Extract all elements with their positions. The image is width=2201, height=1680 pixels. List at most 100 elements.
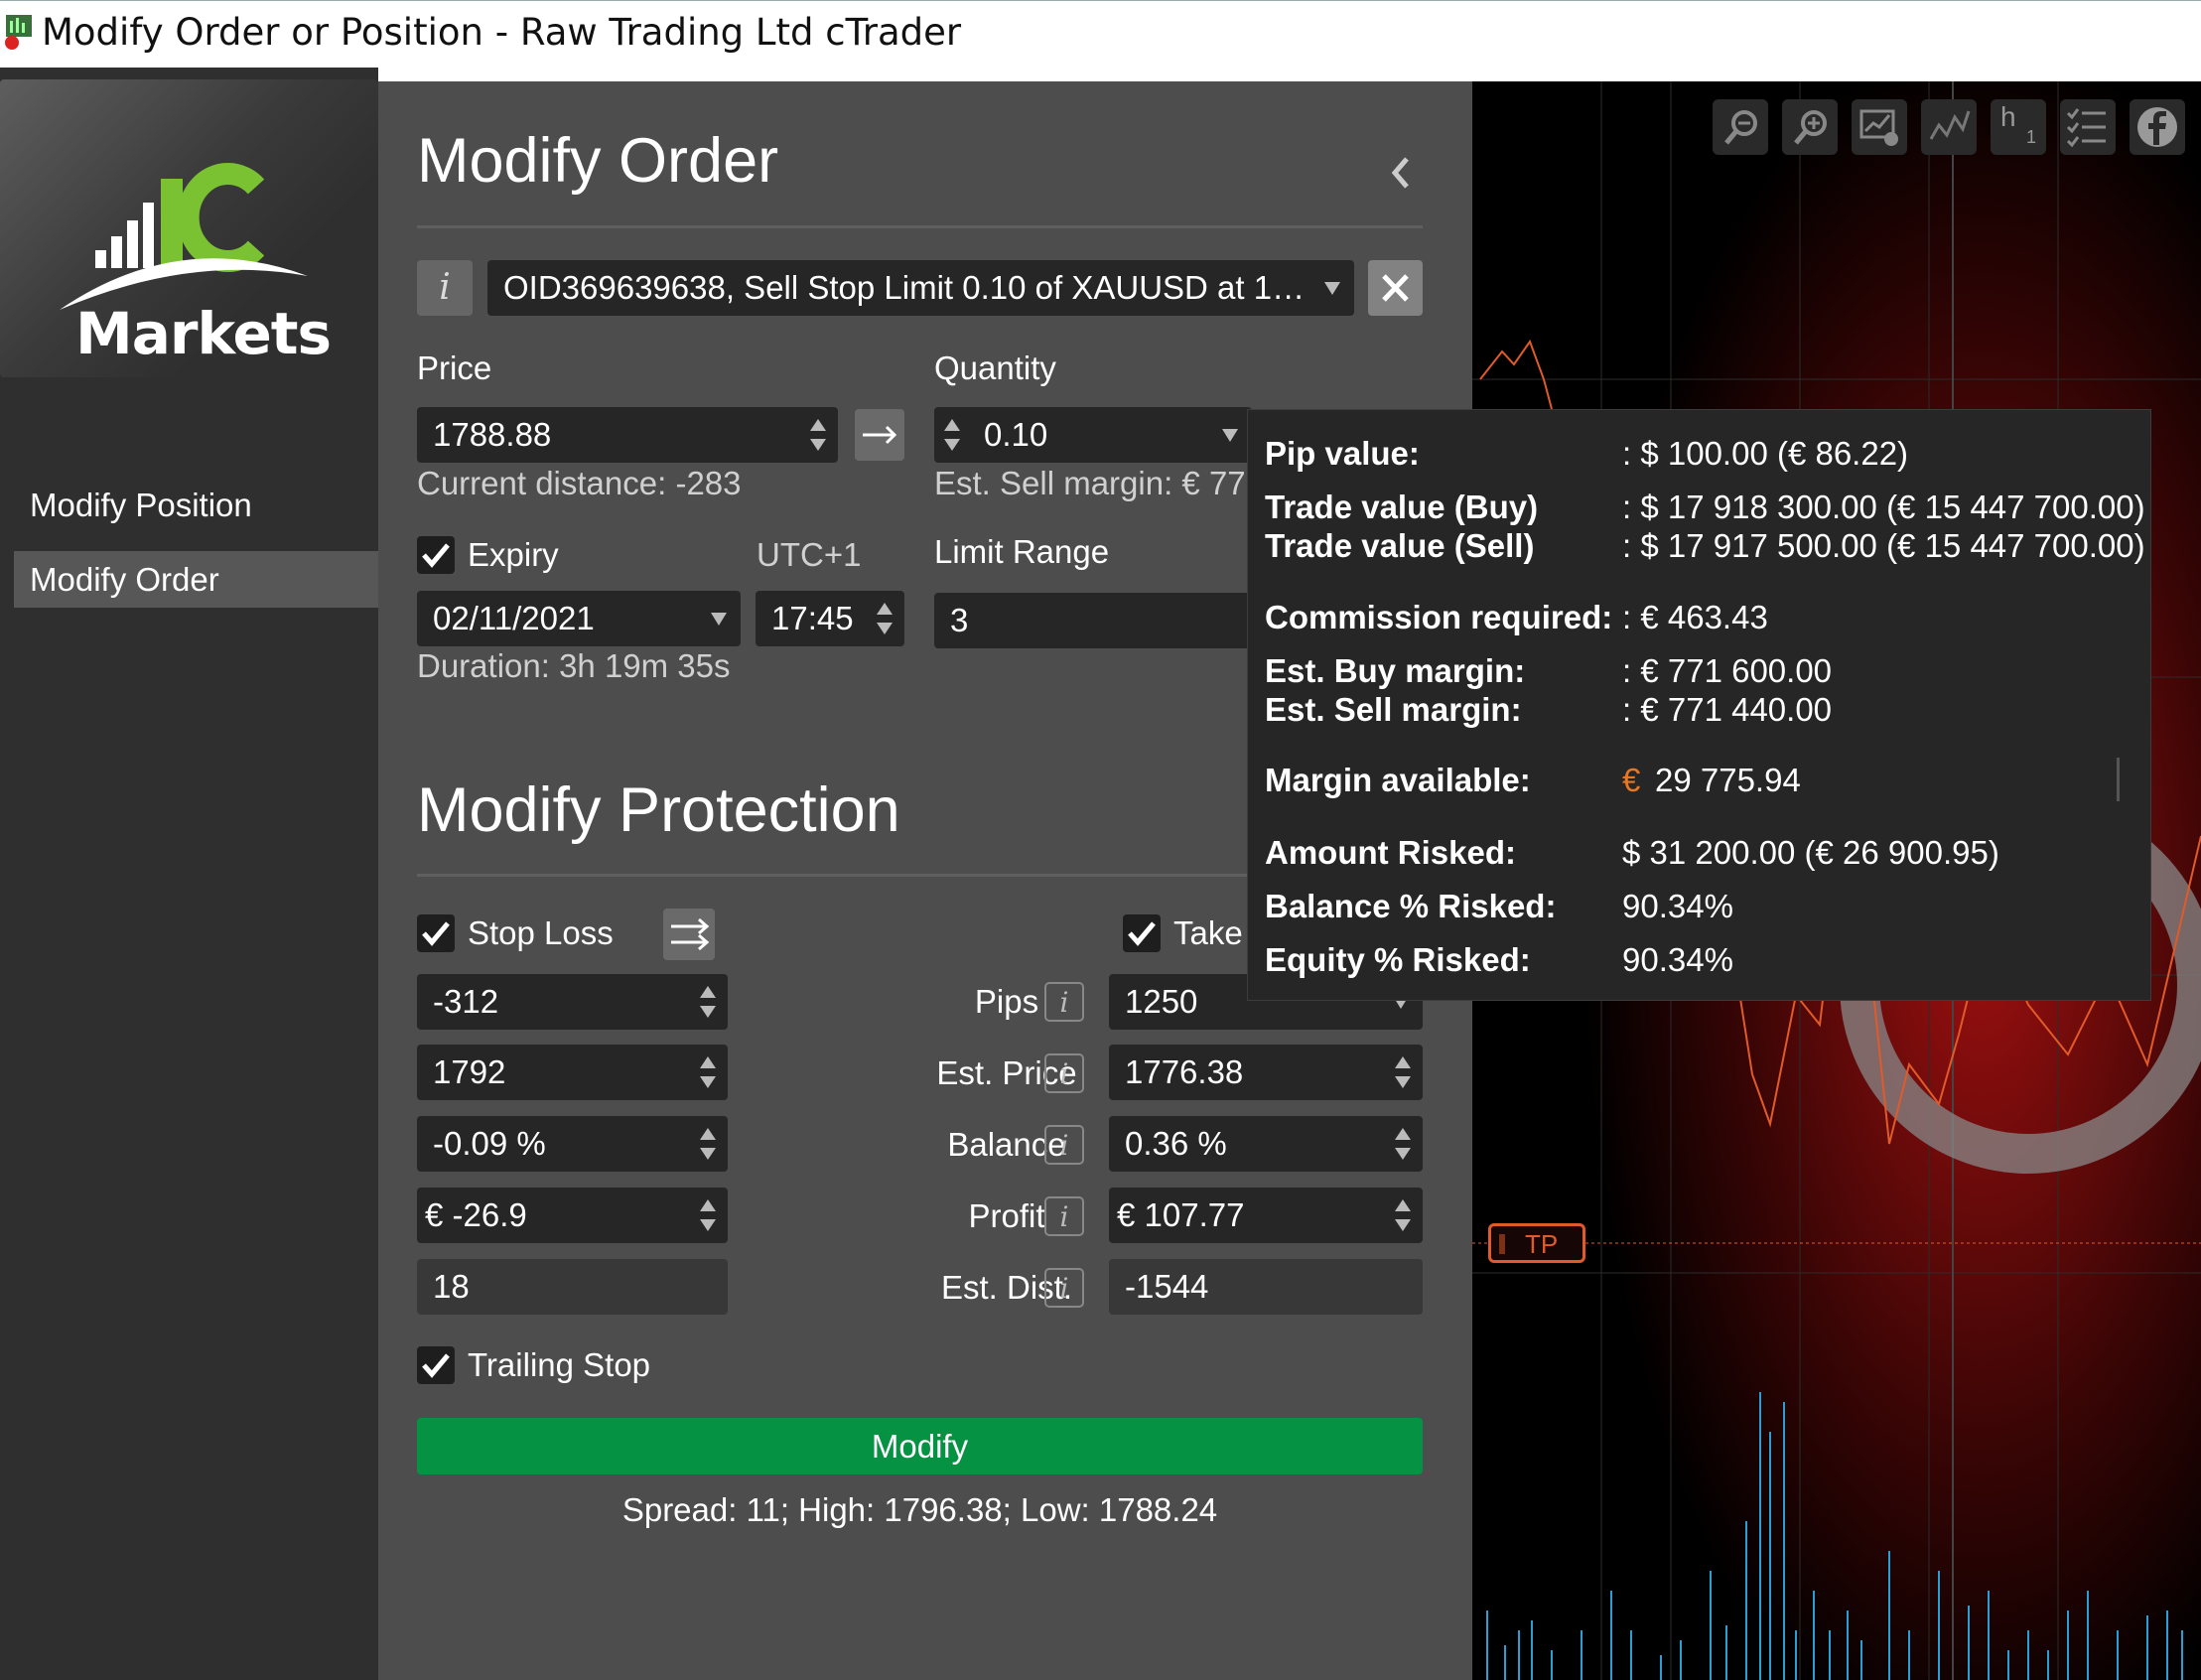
- spinner-icon[interactable]: [875, 597, 894, 640]
- modify-order-title: Modify Order: [417, 126, 779, 196]
- sl-profit-input[interactable]: € -26.9: [417, 1188, 728, 1243]
- margin-available-currency: €: [1622, 762, 1641, 798]
- balance-label: Balance: [947, 1126, 1066, 1163]
- equity-risked-key: Equity % Risked:: [1265, 941, 1531, 978]
- est-sell-margin-value: : € 771 440.00: [1622, 691, 1833, 728]
- expiry-date-picker[interactable]: 02/11/2021: [417, 591, 741, 646]
- expiry-time-input[interactable]: 17:45: [756, 591, 904, 646]
- close-order-button[interactable]: [1368, 260, 1423, 316]
- profit-label: Profit: [968, 1197, 1045, 1234]
- title-bar: Modify Order or Position - Raw Trading L…: [0, 0, 2201, 68]
- trailing-stop-checkbox[interactable]: [417, 1346, 455, 1384]
- window-title: Modify Order or Position - Raw Trading L…: [42, 11, 962, 54]
- spinner-icon[interactable]: [1393, 1050, 1413, 1094]
- ctrader-app-icon: [2, 7, 36, 53]
- sl-price-input[interactable]: 1792: [417, 1045, 728, 1100]
- indicators-icon[interactable]: [1921, 99, 1977, 155]
- sl-pips-value: -312: [433, 983, 499, 1020]
- tooltip-scrollbar[interactable]: [2117, 758, 2120, 801]
- info-icon[interactable]: i: [1044, 1268, 1084, 1308]
- sl-price-value: 1792: [433, 1053, 506, 1090]
- chart-settings-icon[interactable]: [1852, 99, 1907, 155]
- zoom-out-icon[interactable]: [1713, 99, 1768, 155]
- tp-profit-input[interactable]: € 107.77: [1109, 1188, 1423, 1243]
- est-sell-margin: Est. Sell margin: € 771: [934, 465, 1264, 501]
- timezone-label: UTC+1: [757, 536, 862, 573]
- pip-value-value: : $ 100.00 (€ 86.22): [1622, 435, 1909, 472]
- stop-loss-checkbox[interactable]: [417, 914, 455, 952]
- timeframe-icon[interactable]: h1: [1991, 99, 2046, 155]
- copy-price-arrow-button[interactable]: [855, 409, 904, 461]
- est-dist-label: Est. Dist.: [940, 1269, 1073, 1306]
- sl-est-dist-value: 18: [433, 1268, 470, 1305]
- balance-risked-value: 90.34%: [1622, 888, 1733, 924]
- spinner-icon[interactable]: [808, 413, 828, 457]
- swap-arrows-button[interactable]: [663, 909, 715, 960]
- order-select[interactable]: OID369639638, Sell Stop Limit 0.10 of XA…: [487, 260, 1354, 316]
- expiry-time-value: 17:45: [771, 600, 854, 636]
- tp-est-dist: -1544: [1109, 1259, 1423, 1315]
- sidebar-item-modify-order[interactable]: Modify Order: [14, 551, 394, 608]
- sl-est-dist: 18: [417, 1259, 728, 1315]
- tp-price-value: 1776.38: [1125, 1053, 1244, 1090]
- modify-button[interactable]: Modify: [417, 1418, 1423, 1474]
- order-info-tooltip: Pip value: : $ 100.00 (€ 86.22) Trade va…: [1247, 409, 2151, 1001]
- margin-available-value: 29 775.94: [1655, 762, 1801, 798]
- info-icon[interactable]: i: [1044, 1196, 1084, 1236]
- quantity-label: Quantity: [934, 350, 1056, 386]
- duration: Duration: 3h 19m 35s: [417, 647, 731, 684]
- sl-balance-input[interactable]: -0.09 %: [417, 1116, 728, 1172]
- tp-marker[interactable]: TP: [1488, 1223, 1585, 1263]
- info-icon[interactable]: i: [1044, 982, 1084, 1022]
- take-profit-checkbox[interactable]: [1123, 914, 1161, 952]
- zoom-in-icon[interactable]: [1782, 99, 1838, 155]
- spread-footer: Spread: 11; High: 1796.38; Low: 1788.24: [621, 1491, 1218, 1528]
- modify-protection-title: Modify Protection: [417, 775, 900, 845]
- price-input[interactable]: 1788.88: [417, 407, 838, 463]
- sl-balance-value: -0.09 %: [433, 1125, 546, 1162]
- tp-marker-grip: [1499, 1234, 1505, 1254]
- price-label: Price: [417, 350, 492, 386]
- price-value: 1788.88: [433, 416, 552, 453]
- commission-value: : € 463.43: [1622, 599, 1768, 635]
- chart-toolbar: h1: [1713, 99, 2201, 159]
- modify-button-label: Modify: [871, 1428, 969, 1465]
- info-icon[interactable]: i: [1044, 1125, 1084, 1165]
- facebook-icon[interactable]: [2130, 99, 2185, 155]
- trade-value-sell-value: : $ 17 917 500.00 (€ 15 447 700.00): [1622, 527, 2145, 564]
- pip-value-key: Pip value:: [1265, 435, 1420, 472]
- info-icon[interactable]: i: [1044, 1053, 1084, 1093]
- spinner-icon[interactable]: [698, 1050, 718, 1094]
- order-info-button[interactable]: i: [417, 260, 473, 316]
- tp-marker-label: TP: [1525, 1229, 1559, 1259]
- tp-balance-input[interactable]: 0.36 %: [1109, 1116, 1423, 1172]
- expiry-checkbox[interactable]: [417, 536, 455, 574]
- spinner-icon[interactable]: [698, 1193, 718, 1237]
- balance-risked-key: Balance % Risked:: [1265, 888, 1557, 924]
- spinner-icon[interactable]: [1393, 1122, 1413, 1166]
- tp-profit-value: € 107.77: [1117, 1196, 1245, 1233]
- spinner-icon[interactable]: [1393, 1193, 1413, 1237]
- collapse-chevron-icon[interactable]: [1383, 149, 1419, 197]
- quantity-input[interactable]: 0.10: [934, 407, 1252, 463]
- watchlist-icon[interactable]: [2060, 99, 2116, 155]
- tp-balance-value: 0.36 %: [1125, 1125, 1227, 1162]
- divider: [417, 225, 1423, 228]
- ic-markets-logo: Markets: [0, 79, 378, 377]
- trade-value-buy-value: : $ 17 918 300.00 (€ 15 447 700.00): [1622, 489, 2145, 525]
- spinner-icon[interactable]: [698, 980, 718, 1024]
- spinner-icon[interactable]: [942, 413, 962, 457]
- chevron-down-icon: [1222, 429, 1238, 442]
- sl-pips-input[interactable]: -312: [417, 974, 728, 1030]
- sl-profit-value: € -26.9: [425, 1196, 527, 1233]
- trade-value-buy-key: Trade value (Buy): [1265, 489, 1539, 525]
- trailing-stop-label: Trailing Stop: [468, 1346, 651, 1383]
- current-distance: Current distance: -283: [417, 465, 742, 501]
- order-select-value: OID369639638, Sell Stop Limit 0.10 of XA…: [503, 269, 1306, 306]
- logo-text-markets: Markets: [75, 300, 332, 367]
- sidebar-item-modify-position[interactable]: Modify Position: [14, 477, 394, 533]
- spinner-icon[interactable]: [698, 1122, 718, 1166]
- limit-range-input[interactable]: 3: [934, 593, 1262, 648]
- tp-est-dist-value: -1544: [1125, 1268, 1209, 1305]
- tp-price-input[interactable]: 1776.38: [1109, 1045, 1423, 1100]
